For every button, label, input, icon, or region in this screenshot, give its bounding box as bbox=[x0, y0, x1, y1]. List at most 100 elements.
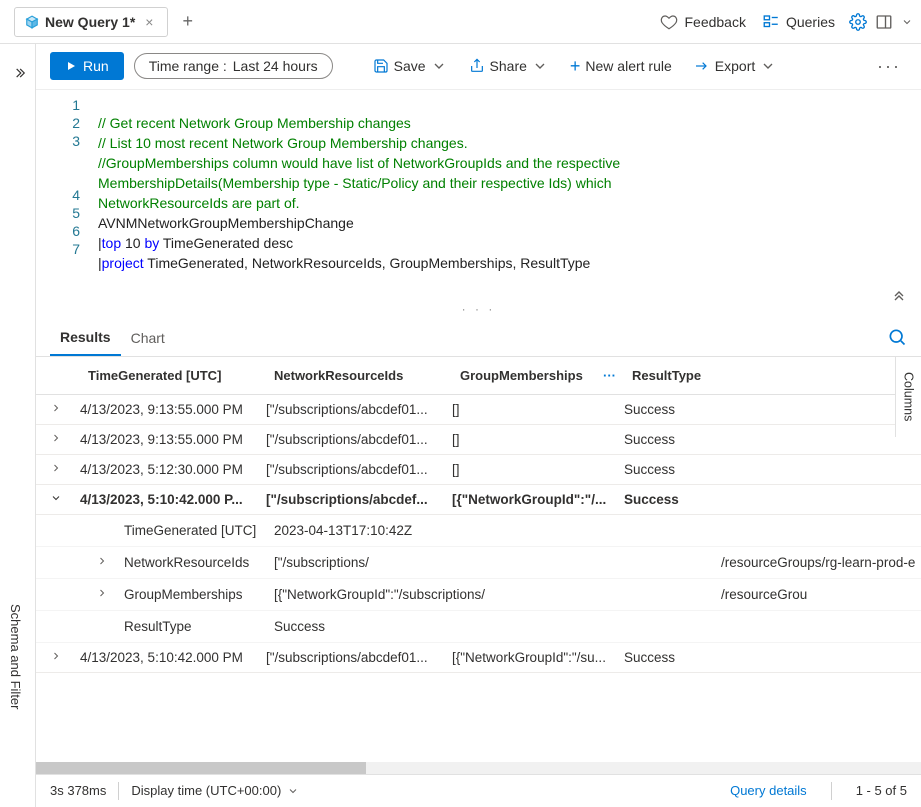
editor-line: MembershipDetails(Membership type - Stat… bbox=[98, 175, 615, 191]
save-button[interactable]: Save bbox=[367, 54, 453, 78]
table-row[interactable]: 4/13/2023, 5:10:42.000 PM ["/subscriptio… bbox=[36, 643, 921, 673]
row-range: 1 - 5 of 5 bbox=[856, 783, 907, 798]
plus-icon: + bbox=[570, 56, 581, 77]
detail-row: NetworkResourceIds ["/subscriptions/ /re… bbox=[36, 547, 921, 579]
pane-resize-handle[interactable]: · · · bbox=[36, 302, 921, 316]
schema-filter-label[interactable]: Schema and Filter bbox=[8, 604, 23, 710]
detail-key: GroupMemberships bbox=[124, 587, 274, 602]
collapse-row-icon[interactable] bbox=[50, 492, 80, 507]
cell-grp: [{"NetworkGroupId":"/su... bbox=[452, 650, 624, 665]
column-menu-icon[interactable]: ··· bbox=[603, 368, 616, 383]
horizontal-scrollbar[interactable] bbox=[36, 762, 921, 774]
table-row[interactable]: 4/13/2023, 9:13:55.000 PM ["/subscriptio… bbox=[36, 425, 921, 455]
col-networkresourceids[interactable]: NetworkResourceIds bbox=[266, 368, 452, 383]
expand-row-icon[interactable] bbox=[50, 402, 80, 417]
detail-row: TimeGenerated [UTC] 2023-04-13T17:10:42Z bbox=[36, 515, 921, 547]
play-icon bbox=[65, 60, 77, 72]
table-row[interactable]: 4/13/2023, 5:12:30.000 PM ["/subscriptio… bbox=[36, 455, 921, 485]
cell-net: ["/subscriptions/abcdef01... bbox=[266, 432, 452, 447]
queries-icon bbox=[762, 13, 780, 31]
col-resulttype[interactable]: ResultType bbox=[624, 368, 784, 383]
editor-line: NetworkResourceIds are part of. bbox=[98, 195, 300, 211]
cell-net: ["/subscriptions/abcdef... bbox=[266, 492, 452, 507]
share-icon bbox=[469, 58, 485, 74]
detail-value: [{"NetworkGroupId":"/subscriptions/ bbox=[274, 587, 721, 602]
editor-line: // List 10 most recent Network Group Mem… bbox=[98, 135, 468, 151]
editor-line: //GroupMemberships column would have lis… bbox=[98, 155, 624, 171]
query-duration: 3s 378ms bbox=[50, 783, 106, 798]
more-button[interactable]: ··· bbox=[871, 56, 907, 77]
close-tab-icon[interactable]: × bbox=[141, 14, 157, 30]
table-row-expanded[interactable]: 4/13/2023, 5:10:42.000 P... ["/subscript… bbox=[36, 485, 921, 515]
cell-grp: [] bbox=[452, 432, 624, 447]
col-label: GroupMemberships bbox=[460, 368, 583, 383]
cell-result: Success bbox=[624, 402, 784, 417]
cell-result: Success bbox=[624, 492, 784, 507]
cell-grp: [{"NetworkGroupId":"/... bbox=[452, 492, 624, 507]
display-time-label: Display time (UTC+00:00) bbox=[131, 783, 281, 798]
col-groupmemberships[interactable]: GroupMemberships ··· bbox=[452, 368, 624, 383]
save-label: Save bbox=[394, 58, 426, 74]
detail-value-right: /resourceGroups/rg-learn-prod-e bbox=[721, 555, 921, 570]
table-row[interactable]: 4/13/2023, 9:13:55.000 PM ["/subscriptio… bbox=[36, 395, 921, 425]
tab-results[interactable]: Results bbox=[50, 319, 121, 356]
cell-net: ["/subscriptions/abcdef01... bbox=[266, 402, 452, 417]
share-button[interactable]: Share bbox=[463, 54, 554, 78]
expand-icon[interactable] bbox=[12, 66, 26, 80]
new-tab-button[interactable]: + bbox=[182, 11, 193, 32]
code-editor[interactable]: 1234567 // Get recent Network Group Memb… bbox=[36, 89, 921, 298]
run-label: Run bbox=[83, 58, 109, 74]
chevron-down-icon bbox=[431, 58, 447, 74]
tab-chart[interactable]: Chart bbox=[121, 320, 175, 355]
editor-line: AVNMNetworkGroupMembershipChange bbox=[98, 215, 354, 231]
table-header: TimeGenerated [UTC] NetworkResourceIds G… bbox=[36, 357, 921, 395]
time-range-picker[interactable]: Time range : Last 24 hours bbox=[134, 53, 333, 79]
results-tab-bar: Results Chart bbox=[36, 318, 921, 357]
queries-button[interactable]: Queries bbox=[754, 9, 843, 35]
detail-value: Success bbox=[274, 619, 921, 634]
editor-line: // Get recent Network Group Membership c… bbox=[98, 115, 411, 131]
query-tab[interactable]: New Query 1* × bbox=[14, 7, 168, 37]
gear-icon[interactable] bbox=[849, 13, 867, 31]
left-rail: Schema and Filter bbox=[0, 44, 36, 807]
columns-side-button[interactable]: Columns bbox=[895, 357, 921, 437]
expand-icon[interactable] bbox=[96, 555, 124, 570]
export-icon bbox=[694, 58, 710, 74]
cell-grp: [] bbox=[452, 462, 624, 477]
display-time-picker[interactable]: Display time (UTC+00:00) bbox=[131, 783, 299, 798]
cell-time: 4/13/2023, 5:10:42.000 PM bbox=[80, 650, 266, 665]
run-button[interactable]: Run bbox=[50, 52, 124, 80]
cell-grp: [] bbox=[452, 402, 624, 417]
expand-row-icon[interactable] bbox=[50, 650, 80, 665]
time-range-value: Last 24 hours bbox=[233, 58, 318, 74]
col-timegenerated[interactable]: TimeGenerated [UTC] bbox=[80, 368, 266, 383]
detail-row: GroupMemberships [{"NetworkGroupId":"/su… bbox=[36, 579, 921, 611]
chevron-down-icon[interactable] bbox=[901, 16, 913, 28]
top-tab-bar: New Query 1* × + Feedback Queries bbox=[0, 0, 921, 44]
cell-time: 4/13/2023, 5:12:30.000 PM bbox=[80, 462, 266, 477]
results-grid: Columns TimeGenerated [UTC] NetworkResou… bbox=[36, 357, 921, 762]
feedback-button[interactable]: Feedback bbox=[652, 9, 753, 35]
editor-token: TimeGenerated, NetworkResourceIds, Group… bbox=[144, 255, 591, 271]
line-gutter: 1234567 bbox=[36, 96, 98, 258]
expand-row-icon[interactable] bbox=[50, 432, 80, 447]
query-details-link[interactable]: Query details bbox=[730, 783, 807, 798]
tab-title: New Query 1* bbox=[45, 14, 135, 30]
new-alert-button[interactable]: + New alert rule bbox=[564, 52, 678, 81]
search-icon[interactable] bbox=[887, 327, 907, 347]
heart-icon bbox=[660, 13, 678, 31]
feedback-label: Feedback bbox=[684, 14, 745, 30]
detail-key: ResultType bbox=[124, 619, 274, 634]
queries-label: Queries bbox=[786, 14, 835, 30]
cell-result: Success bbox=[624, 462, 784, 477]
save-icon bbox=[373, 58, 389, 74]
detail-row: ResultType Success bbox=[36, 611, 921, 643]
cell-time: 4/13/2023, 5:10:42.000 P... bbox=[80, 492, 266, 507]
expand-icon[interactable] bbox=[96, 587, 124, 602]
expand-row-icon[interactable] bbox=[50, 462, 80, 477]
status-bar: 3s 378ms Display time (UTC+00:00) Query … bbox=[36, 774, 921, 807]
export-button[interactable]: Export bbox=[688, 54, 782, 78]
collapse-up-icon[interactable] bbox=[891, 286, 907, 302]
editor-token: by bbox=[144, 235, 159, 251]
panel-icon[interactable] bbox=[875, 13, 893, 31]
